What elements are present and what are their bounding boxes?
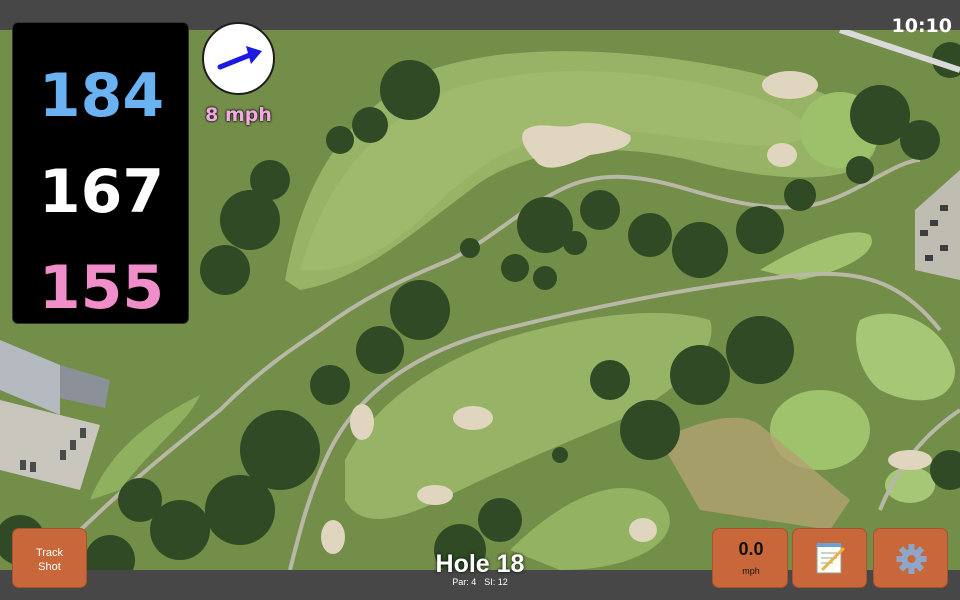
status-time: 10:10 (891, 15, 952, 37)
middle-distance: 167 (38, 157, 165, 227)
distance-panel: 184 167 155 (12, 22, 189, 324)
gear-icon (896, 544, 927, 574)
settings-button[interactable] (873, 528, 948, 588)
notepad-icon (816, 543, 845, 574)
track-shot-label-line2: Shot (38, 561, 61, 573)
wind-arrow-icon (217, 46, 262, 70)
track-shot-label-line1: Track (35, 547, 64, 559)
notes-button[interactable] (792, 528, 867, 588)
speed-unit: mph (742, 566, 760, 576)
hole-stroke-index: SI: 12 (484, 577, 508, 587)
speed-value: 0.0 (738, 539, 764, 559)
hole-title: Hole 18 (435, 550, 525, 578)
front-distance: 155 (38, 253, 165, 323)
wind-speed-label: 8 mph (205, 104, 272, 126)
wind-indicator (202, 22, 275, 95)
back-distance: 184 (38, 61, 165, 131)
speed-button[interactable]: 0.0 mph (712, 528, 788, 588)
hole-par: Par: 4 (452, 577, 477, 587)
track-shot-button[interactable]: Track Shot (12, 528, 87, 588)
hole-meta: Par: 4 SI: 12 (380, 577, 580, 587)
